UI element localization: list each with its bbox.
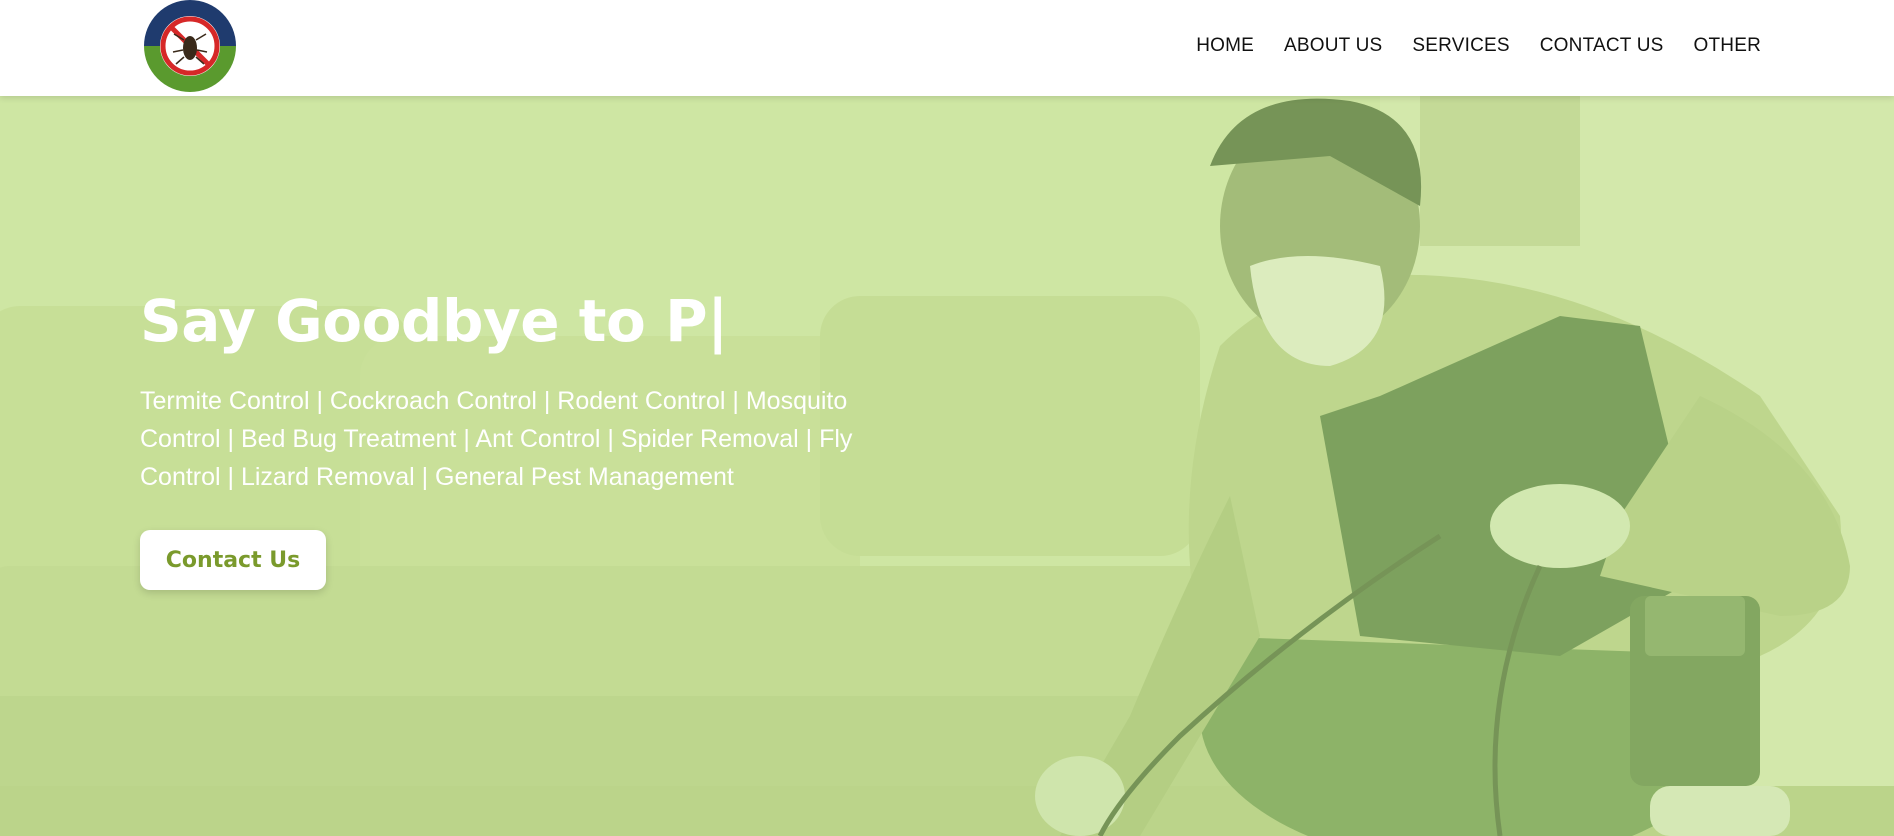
nav-about-us[interactable]: ABOUT US [1284, 35, 1382, 57]
hero-title: Say Goodbye to P| [140, 287, 728, 355]
hero-section: Say Goodbye to P| Termite Control | Cock… [0, 96, 1894, 836]
main-nav: HOME ABOUT US SERVICES CONTACT US OTHER [1196, 0, 1761, 92]
hero-subtitle: Termite Control | Cockroach Control | Ro… [140, 387, 853, 491]
nav-services[interactable]: SERVICES [1412, 35, 1509, 57]
contact-us-button[interactable]: Contact Us [140, 530, 326, 590]
nav-contact-us[interactable]: CONTACT US [1540, 35, 1664, 57]
site-header: HOME ABOUT US SERVICES CONTACT US OTHER [0, 0, 1894, 96]
hero-content: Say Goodbye to P| Termite Control | Cock… [140, 286, 930, 590]
nav-home[interactable]: HOME [1196, 35, 1254, 57]
shieldguard-logo[interactable] [140, 0, 240, 96]
nav-other[interactable]: OTHER [1694, 35, 1762, 57]
